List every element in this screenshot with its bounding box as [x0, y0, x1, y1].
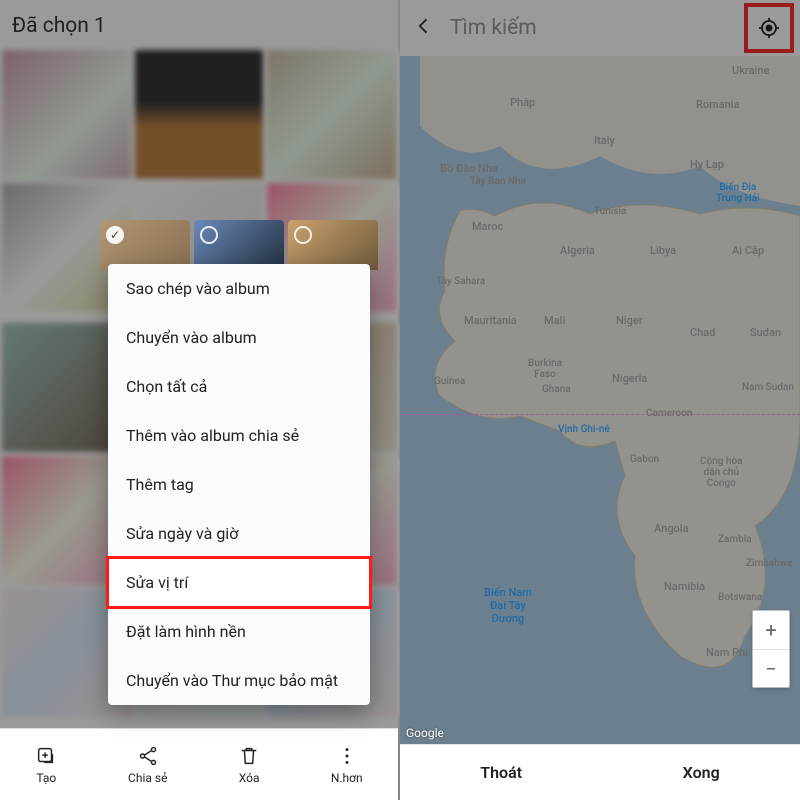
create-button[interactable]: Tạo [35, 745, 57, 785]
unselected-thumb[interactable] [194, 220, 284, 270]
map-label: Nigeria [612, 372, 647, 385]
map-label: Biển ĐịaTrung Hải [716, 182, 760, 204]
map-label: Tây Ban Nha [470, 176, 526, 187]
map-label: Mauritania [464, 314, 517, 327]
menu-item-5[interactable]: Sửa ngày và giờ [108, 509, 370, 558]
map-footer: Thoát Xong [400, 744, 800, 800]
map-label: Pháp [510, 96, 535, 109]
left-pane: Đã chọn 1 7 Th3 ✓ [0, 0, 400, 800]
search-label[interactable]: Tìm kiếm [450, 16, 736, 40]
map-label: Niger [616, 314, 643, 327]
ring-icon [200, 226, 218, 244]
delete-button[interactable]: Xóa [238, 745, 260, 785]
thumb[interactable] [267, 50, 396, 179]
map-label: Maroc [472, 220, 503, 233]
map-label: Guinea [434, 376, 465, 387]
map-label: Romania [696, 98, 740, 111]
map-label: BurkinaFaso [528, 358, 562, 380]
done-button[interactable]: Xong [683, 763, 720, 782]
more-label: N.hơn [331, 771, 363, 785]
selected-thumb[interactable]: ✓ [100, 220, 190, 270]
map-header: Tìm kiếm [400, 0, 800, 56]
map-label: Libya [650, 244, 676, 257]
map-label: Vịnh Ghi-nê [558, 424, 610, 435]
map-label: Namibia [664, 580, 705, 593]
map-label: Sudan [750, 326, 781, 339]
map-label: Bồ Đào Nha [440, 162, 498, 175]
map-label: Ukraine [732, 64, 769, 77]
locate-button[interactable] [748, 7, 790, 49]
menu-item-7[interactable]: Đặt làm hình nền [108, 607, 370, 656]
menu-item-4[interactable]: Thêm tag [108, 460, 370, 509]
map-label: Angola [654, 522, 689, 535]
ring-icon [294, 226, 312, 244]
map-label: Zambia [718, 534, 752, 545]
create-label: Tạo [36, 771, 56, 785]
menu-item-3[interactable]: Thêm vào album chia sẻ [108, 411, 370, 460]
map-label: Tunisia [594, 206, 626, 217]
zoom-in-button[interactable]: + [753, 611, 789, 649]
menu-item-0[interactable]: Sao chép vào album [108, 264, 370, 313]
share-button[interactable]: Chia sẻ [128, 745, 167, 785]
menu-item-6[interactable]: Sửa vị trí [108, 558, 370, 607]
map-label: Biển NamĐại TâyDương [484, 586, 532, 625]
back-button[interactable] [410, 14, 438, 42]
map-label: Hy Lạp [690, 158, 724, 171]
map[interactable]: Ukraine Pháp Romania Italy Bồ Đào NhaTây Ban… [400, 56, 800, 744]
map-label: Ai Cập [732, 244, 764, 257]
map-label: Ghana [542, 384, 571, 395]
equator-line [400, 414, 800, 415]
map-label: Cameroon [646, 408, 692, 419]
map-label: Italy [594, 134, 615, 147]
map-label: Botswana [718, 592, 762, 603]
map-label: Nam Sudan [742, 382, 794, 393]
right-pane: Tìm kiếm Ukraine Pháp Romania Italy Bồ Đào N… [400, 0, 800, 800]
map-label: Tây Sahara [436, 276, 485, 287]
map-credit: Google [406, 726, 444, 740]
map-label: Zimbabwe [746, 558, 793, 569]
more-button[interactable]: N.hơn [331, 745, 363, 785]
map-label: Chad [690, 326, 715, 339]
menu-item-2[interactable]: Chọn tất cả [108, 362, 370, 411]
selection-title: Đã chọn 1 [0, 0, 398, 48]
map-label: Nam Phi [706, 646, 748, 659]
map-label: Mali [544, 314, 565, 327]
delete-label: Xóa [239, 771, 260, 785]
context-menu: Sao chép vào albumChuyển vào albumChọn t… [108, 264, 370, 705]
zoom-control: + − [752, 610, 790, 688]
share-label: Chia sẻ [128, 771, 167, 785]
zoom-out-button[interactable]: − [753, 649, 789, 687]
menu-item-8[interactable]: Chuyển vào Thư mục bảo mật [108, 656, 370, 705]
selection-strip: ✓ [100, 220, 378, 270]
bottom-toolbar: Tạo Chia sẻ Xóa N.hơn [0, 728, 398, 800]
thumb[interactable] [135, 50, 264, 179]
map-label: Algeria [560, 244, 595, 257]
share-icon [137, 745, 159, 767]
unselected-thumb[interactable] [288, 220, 378, 270]
thumb[interactable] [2, 50, 131, 179]
cancel-button[interactable]: Thoát [480, 763, 522, 782]
more-icon [336, 745, 358, 767]
create-icon [35, 745, 57, 767]
map-label: Cộng hòadân chủCongo [700, 456, 743, 489]
map-label: Gabon [630, 454, 659, 465]
check-icon: ✓ [106, 226, 124, 244]
menu-item-1[interactable]: Chuyển vào album [108, 313, 370, 362]
trash-icon [238, 745, 260, 767]
